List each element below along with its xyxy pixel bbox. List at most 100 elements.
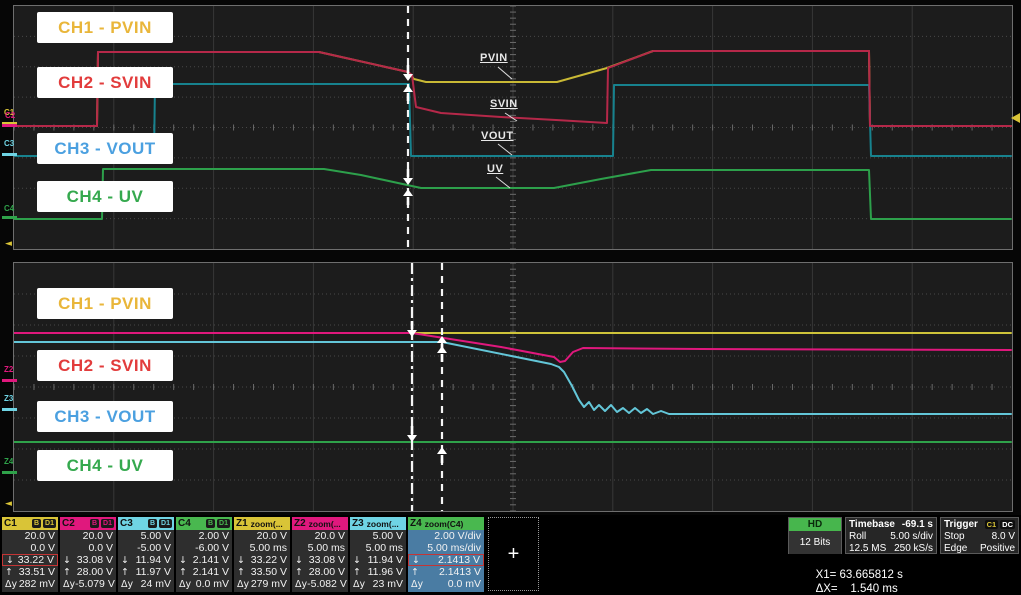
offset-marker-z3[interactable]: Z3	[4, 395, 13, 403]
row-prefix: ↑	[237, 567, 251, 578]
channel-box-z3[interactable]: Z3zoom(...5.00 V5.00 ms↓11.94 V↑11.96 VΔ…	[350, 517, 406, 592]
channel-label-ch1-pvin: CH1 - PVIN	[37, 12, 173, 43]
offset-marker-z4[interactable]: Z4	[4, 458, 13, 466]
channel-value-row: ↑33.51 V	[2, 566, 58, 578]
cursor-readout: X1= 63.665812 s ΔX= 1.540 ms X2= 63.6673…	[790, 554, 1018, 595]
row-value: 5.00 ms	[308, 542, 345, 554]
annotation-leader	[498, 67, 512, 79]
channel-value-row: ↓2.141 V	[176, 554, 232, 566]
trigger-box[interactable]: Trigger C1 DC Stop 8.0 V Edge Positive	[940, 517, 1019, 554]
channel-badge-d1: D1	[217, 519, 230, 528]
cursor-arrow-up-icon	[437, 346, 447, 362]
channel-box-z1[interactable]: Z1zoom(...20.0 V5.00 ms↓33.22 V↑33.50 VΔ…	[234, 517, 290, 592]
offset-marker-c4[interactable]: C4	[4, 205, 14, 213]
row-prefix: ↓	[353, 555, 367, 566]
row-prefix: Δy	[411, 579, 425, 590]
row-value: -5.082 V	[307, 578, 347, 590]
waveform-annotation-pvin: PVIN	[480, 52, 508, 64]
channel-label-ch4-uv: CH4 - UV	[37, 181, 173, 212]
cursor-arrow-down-icon	[403, 169, 413, 185]
channel-value-row: 2.00 V	[176, 530, 232, 542]
trigger-position-arrow-icon: ◄	[5, 500, 12, 509]
channel-label-ch2-svin: CH2 - SVIN	[37, 67, 173, 98]
channel-box-z2[interactable]: Z2zoom(...20.0 V5.00 ms↓33.08 V↑28.00 VΔ…	[292, 517, 348, 592]
row-value: 20.0 V	[309, 530, 345, 542]
row-value: 0.0 V	[19, 542, 55, 554]
channel-box-c2[interactable]: C2BD120.0 V0.0 V↓33.08 V↑28.00 VΔy-5.079…	[60, 517, 116, 592]
row-prefix: ↑	[411, 567, 425, 578]
channel-box-c3[interactable]: C3BD15.00 V-5.00 V↓11.94 V↑11.97 VΔy24 m…	[118, 517, 174, 592]
channel-id-label: Z2	[294, 518, 306, 529]
channel-value-row: 5.00 ms	[234, 542, 290, 554]
channel-value-row: ↓11.94 V	[118, 554, 174, 566]
row-value: 33.08 V	[77, 554, 113, 566]
add-trace-button[interactable]: +	[488, 517, 539, 591]
row-value: 20.0 V	[251, 530, 287, 542]
trigger-source-badge: C1	[985, 520, 999, 529]
waveform-annotation-uv: UV	[487, 163, 503, 175]
channel-value-row: 0.0 V	[2, 542, 58, 554]
row-value: 11.96 V	[367, 566, 403, 578]
row-prefix: Δy	[63, 579, 75, 590]
row-prefix: ↑	[63, 567, 77, 578]
row-value: 28.00 V	[309, 566, 345, 578]
channel-box-z4[interactable]: Z4zoom(C4)2.00 V/div5.00 ms/div↓2.1413 V…	[408, 517, 484, 592]
row-value: 0.0 mV	[193, 578, 229, 590]
channel-value-row: 5.00 V	[118, 530, 174, 542]
row-value: 23 mV	[367, 578, 403, 590]
trigger-level-marker-icon[interactable]	[1011, 113, 1020, 123]
row-value: 33.22 V	[251, 554, 287, 566]
channel-id-label: Z3	[352, 518, 364, 529]
offset-marker-line-z4	[2, 471, 17, 474]
channel-value-row: Δy0.0 mV	[408, 578, 484, 590]
channel-badge-b: B	[206, 519, 215, 528]
row-prefix: ↑	[353, 567, 367, 578]
offset-marker-c2[interactable]: C2	[5, 112, 15, 120]
channel-id-label: C3	[120, 518, 133, 529]
acquisition-box[interactable]: HD 12 Bits	[788, 517, 842, 554]
channel-box-c1[interactable]: C1BD120.0 V0.0 V↓33.22 V↑33.51 VΔy282 mV	[2, 517, 58, 592]
row-prefix: ↓	[179, 555, 193, 566]
channel-box-c4[interactable]: C4BD12.00 V-6.00 V↓2.141 V↑2.141 VΔy0.0 …	[176, 517, 232, 592]
row-value: -6.00 V	[193, 542, 229, 554]
row-prefix: Δy	[353, 579, 367, 590]
channel-value-row: Δy24 mV	[118, 578, 174, 590]
cursor-arrow-down-icon	[407, 321, 417, 337]
channel-value-row: ↓11.94 V	[350, 554, 406, 566]
channel-label-ch3-vout: CH3 - VOUT	[37, 133, 173, 164]
row-prefix: ↑	[5, 567, 19, 578]
row-prefix: Δy	[179, 579, 193, 590]
row-value: 11.94 V	[367, 554, 403, 566]
row-value: 33.50 V	[251, 566, 287, 578]
timebase-box[interactable]: Timebase -69.1 s Roll 5.00 s/div 12.5 MS…	[845, 517, 937, 554]
row-value: 5.00 ms/div	[425, 542, 481, 554]
row-prefix: ↓	[237, 555, 251, 566]
row-value: 33.08 V	[309, 554, 345, 566]
status-toolbar: C1BD120.0 V0.0 V↓33.22 V↑33.51 VΔy282 mV…	[0, 515, 1021, 595]
channel-badge-b: B	[32, 519, 41, 528]
row-value: 11.97 V	[135, 566, 171, 578]
channel-value-row: 5.00 V	[350, 530, 406, 542]
channel-value-row: ↑33.50 V	[234, 566, 290, 578]
channel-value-row: 5.00 ms	[350, 542, 406, 554]
channel-id-label: C4	[178, 518, 191, 529]
row-prefix: Δy	[5, 579, 19, 590]
cursor-dx-value: ΔX= 1.540 ms	[816, 583, 898, 595]
row-value: 2.141 V	[193, 566, 229, 578]
row-value: 24 mV	[135, 578, 171, 590]
hd-mode-badge: HD	[789, 518, 841, 531]
channel-value-row: Δy279 mV	[234, 578, 290, 590]
offset-marker-z2[interactable]: Z2	[4, 366, 13, 374]
row-value: 2.1413 V	[425, 566, 481, 578]
offset-marker-c3[interactable]: C3	[4, 140, 14, 148]
channel-value-row: 20.0 V	[292, 530, 348, 542]
zoom-source-label: zoom(...	[309, 519, 341, 529]
channel-label-ch2-svin: CH2 - SVIN	[37, 350, 173, 381]
trigger-title: Trigger	[944, 519, 983, 530]
cursor-arrow-down-icon	[407, 426, 417, 442]
channel-value-row: 20.0 V	[234, 530, 290, 542]
channel-label-ch3-vout: CH3 - VOUT	[37, 401, 173, 432]
annotation-leader	[498, 144, 512, 155]
channel-badge-b: B	[90, 519, 99, 528]
channel-value-row: 20.0 V	[60, 530, 116, 542]
